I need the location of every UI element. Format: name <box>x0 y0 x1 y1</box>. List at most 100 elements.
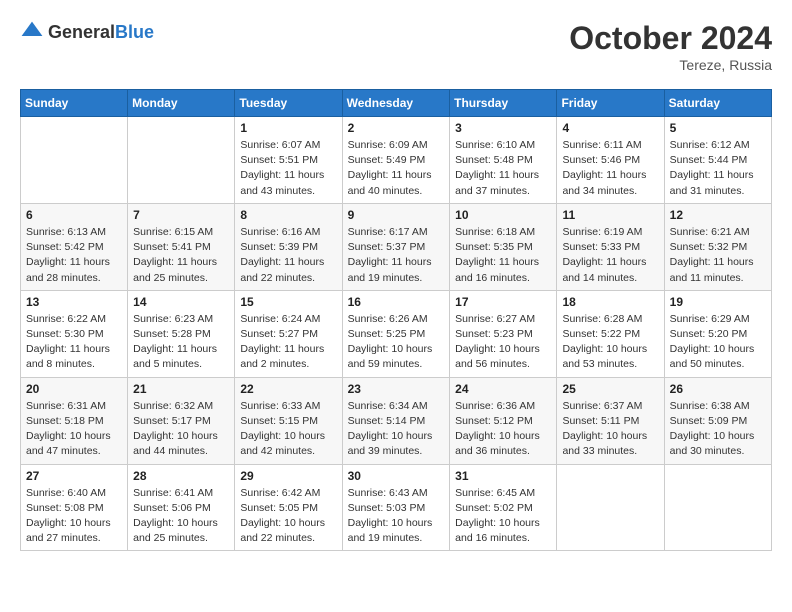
day-info: Sunrise: 6:11 AM Sunset: 5:46 PM Dayligh… <box>562 138 658 199</box>
calendar-cell: 27 Sunrise: 6:40 AM Sunset: 5:08 PM Dayli… <box>21 464 128 551</box>
calendar-cell: 3 Sunrise: 6:10 AM Sunset: 5:48 PM Daylig… <box>450 117 557 204</box>
calendar-cell: 31 Sunrise: 6:45 AM Sunset: 5:02 PM Dayli… <box>450 464 557 551</box>
day-number: 20 <box>26 382 122 396</box>
logo: GeneralBlue <box>20 20 154 44</box>
day-number: 18 <box>562 295 658 309</box>
day-info: Sunrise: 6:21 AM Sunset: 5:32 PM Dayligh… <box>670 225 766 286</box>
day-number: 10 <box>455 208 551 222</box>
day-info: Sunrise: 6:24 AM Sunset: 5:27 PM Dayligh… <box>240 312 336 373</box>
day-info: Sunrise: 6:34 AM Sunset: 5:14 PM Dayligh… <box>348 399 445 460</box>
day-info: Sunrise: 6:33 AM Sunset: 5:15 PM Dayligh… <box>240 399 336 460</box>
day-number: 6 <box>26 208 122 222</box>
day-number: 13 <box>26 295 122 309</box>
calendar-cell: 14Sunrise: 6:23 AM Sunset: 5:28 PM Dayli… <box>128 290 235 377</box>
day-number: 29 <box>240 469 336 483</box>
calendar-cell: 1 Sunrise: 6:07 AM Sunset: 5:51 PM Daylig… <box>235 117 342 204</box>
day-info: Sunrise: 6:09 AM Sunset: 5:49 PM Dayligh… <box>348 138 445 199</box>
day-number: 9 <box>348 208 445 222</box>
calendar-cell: 12 Sunrise: 6:21 AM Sunset: 5:32 PM Dayli… <box>664 203 771 290</box>
calendar-body: 1 Sunrise: 6:07 AM Sunset: 5:51 PM Daylig… <box>21 117 772 551</box>
calendar-cell <box>557 464 664 551</box>
day-info: Sunrise: 6:26 AM Sunset: 5:25 PM Dayligh… <box>348 312 445 373</box>
day-number: 4 <box>562 121 658 135</box>
location: Tereze, Russia <box>569 57 772 73</box>
day-number: 22 <box>240 382 336 396</box>
day-of-week-header: Saturday <box>664 90 771 117</box>
day-number: 1 <box>240 121 336 135</box>
day-info: Sunrise: 6:36 AM Sunset: 5:12 PM Dayligh… <box>455 399 551 460</box>
calendar-cell: 20 Sunrise: 6:31 AM Sunset: 5:18 PM Dayli… <box>21 377 128 464</box>
day-number: 31 <box>455 469 551 483</box>
day-number: 17 <box>455 295 551 309</box>
calendar-cell <box>128 117 235 204</box>
day-number: 12 <box>670 208 766 222</box>
calendar-cell: 11 Sunrise: 6:19 AM Sunset: 5:33 PM Dayli… <box>557 203 664 290</box>
calendar-cell: 10 Sunrise: 6:18 AM Sunset: 5:35 PM Dayli… <box>450 203 557 290</box>
calendar-week-row: 6Sunrise: 6:13 AM Sunset: 5:42 PM Daylig… <box>21 203 772 290</box>
day-number: 21 <box>133 382 229 396</box>
logo-general: General <box>48 22 115 42</box>
day-info: Sunrise: 6:23 AM Sunset: 5:28 PM Dayligh… <box>133 312 229 373</box>
day-number: 23 <box>348 382 445 396</box>
calendar-cell: 23 Sunrise: 6:34 AM Sunset: 5:14 PM Dayli… <box>342 377 450 464</box>
day-info: Sunrise: 6:43 AM Sunset: 5:03 PM Dayligh… <box>348 486 445 547</box>
day-number: 7 <box>133 208 229 222</box>
day-info: Sunrise: 6:22 AM Sunset: 5:30 PM Dayligh… <box>26 312 122 373</box>
calendar-cell: 6Sunrise: 6:13 AM Sunset: 5:42 PM Daylig… <box>21 203 128 290</box>
calendar-week-row: 20 Sunrise: 6:31 AM Sunset: 5:18 PM Dayli… <box>21 377 772 464</box>
day-info: Sunrise: 6:32 AM Sunset: 5:17 PM Dayligh… <box>133 399 229 460</box>
day-number: 5 <box>670 121 766 135</box>
days-header-row: SundayMondayTuesdayWednesdayThursdayFrid… <box>21 90 772 117</box>
calendar-cell: 24 Sunrise: 6:36 AM Sunset: 5:12 PM Dayli… <box>450 377 557 464</box>
calendar-week-row: 1 Sunrise: 6:07 AM Sunset: 5:51 PM Daylig… <box>21 117 772 204</box>
day-info: Sunrise: 6:42 AM Sunset: 5:05 PM Dayligh… <box>240 486 336 547</box>
day-number: 8 <box>240 208 336 222</box>
day-number: 3 <box>455 121 551 135</box>
calendar-cell: 28 Sunrise: 6:41 AM Sunset: 5:06 PM Dayli… <box>128 464 235 551</box>
day-of-week-header: Monday <box>128 90 235 117</box>
day-info: Sunrise: 6:16 AM Sunset: 5:39 PM Dayligh… <box>240 225 336 286</box>
calendar-cell: 8 Sunrise: 6:16 AM Sunset: 5:39 PM Daylig… <box>235 203 342 290</box>
day-number: 15 <box>240 295 336 309</box>
day-info: Sunrise: 6:18 AM Sunset: 5:35 PM Dayligh… <box>455 225 551 286</box>
calendar-cell: 15 Sunrise: 6:24 AM Sunset: 5:27 PM Dayli… <box>235 290 342 377</box>
day-number: 28 <box>133 469 229 483</box>
day-number: 30 <box>348 469 445 483</box>
day-of-week-header: Wednesday <box>342 90 450 117</box>
calendar-cell: 9Sunrise: 6:17 AM Sunset: 5:37 PM Daylig… <box>342 203 450 290</box>
calendar-cell: 5Sunrise: 6:12 AM Sunset: 5:44 PM Daylig… <box>664 117 771 204</box>
calendar-cell <box>21 117 128 204</box>
day-number: 2 <box>348 121 445 135</box>
calendar-cell: 30 Sunrise: 6:43 AM Sunset: 5:03 PM Dayli… <box>342 464 450 551</box>
calendar-cell: 26Sunrise: 6:38 AM Sunset: 5:09 PM Dayli… <box>664 377 771 464</box>
day-of-week-header: Tuesday <box>235 90 342 117</box>
day-info: Sunrise: 6:28 AM Sunset: 5:22 PM Dayligh… <box>562 312 658 373</box>
calendar-week-row: 13 Sunrise: 6:22 AM Sunset: 5:30 PM Dayli… <box>21 290 772 377</box>
day-info: Sunrise: 6:31 AM Sunset: 5:18 PM Dayligh… <box>26 399 122 460</box>
logo-blue: Blue <box>115 22 154 42</box>
day-number: 25 <box>562 382 658 396</box>
month-title: October 2024 <box>569 20 772 57</box>
day-info: Sunrise: 6:45 AM Sunset: 5:02 PM Dayligh… <box>455 486 551 547</box>
day-number: 27 <box>26 469 122 483</box>
day-info: Sunrise: 6:07 AM Sunset: 5:51 PM Dayligh… <box>240 138 336 199</box>
calendar-cell <box>664 464 771 551</box>
day-number: 26 <box>670 382 766 396</box>
day-info: Sunrise: 6:40 AM Sunset: 5:08 PM Dayligh… <box>26 486 122 547</box>
calendar-cell: 7Sunrise: 6:15 AM Sunset: 5:41 PM Daylig… <box>128 203 235 290</box>
day-number: 11 <box>562 208 658 222</box>
day-info: Sunrise: 6:19 AM Sunset: 5:33 PM Dayligh… <box>562 225 658 286</box>
day-info: Sunrise: 6:29 AM Sunset: 5:20 PM Dayligh… <box>670 312 766 373</box>
calendar-cell: 21 Sunrise: 6:32 AM Sunset: 5:17 PM Dayli… <box>128 377 235 464</box>
logo-icon <box>20 20 44 44</box>
calendar-week-row: 27 Sunrise: 6:40 AM Sunset: 5:08 PM Dayli… <box>21 464 772 551</box>
calendar-cell: 19Sunrise: 6:29 AM Sunset: 5:20 PM Dayli… <box>664 290 771 377</box>
calendar-table: SundayMondayTuesdayWednesdayThursdayFrid… <box>20 89 772 551</box>
calendar-cell: 13 Sunrise: 6:22 AM Sunset: 5:30 PM Dayli… <box>21 290 128 377</box>
calendar-cell: 18 Sunrise: 6:28 AM Sunset: 5:22 PM Dayli… <box>557 290 664 377</box>
day-number: 24 <box>455 382 551 396</box>
day-info: Sunrise: 6:41 AM Sunset: 5:06 PM Dayligh… <box>133 486 229 547</box>
day-info: Sunrise: 6:10 AM Sunset: 5:48 PM Dayligh… <box>455 138 551 199</box>
calendar-cell: 29 Sunrise: 6:42 AM Sunset: 5:05 PM Dayli… <box>235 464 342 551</box>
title-block: October 2024 Tereze, Russia <box>569 20 772 73</box>
